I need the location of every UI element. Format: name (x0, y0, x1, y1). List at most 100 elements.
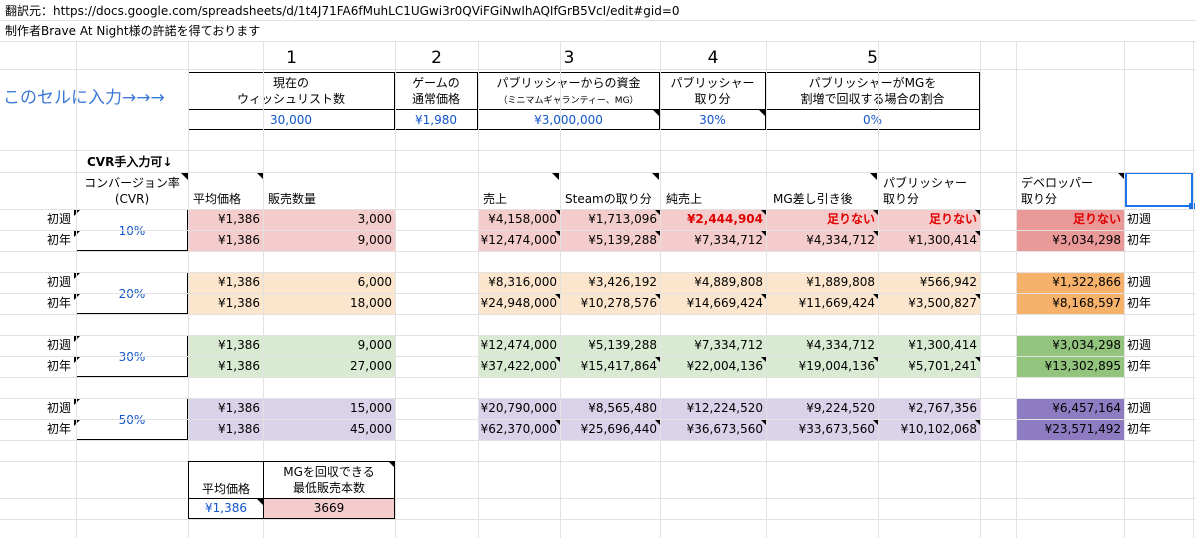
cell-revenue[interactable]: ¥12,474,000 (478, 230, 560, 251)
cell-steam[interactable]: ¥3,426,192 (560, 272, 660, 293)
cell-revenue[interactable]: ¥12,474,000 (478, 335, 560, 356)
cell-qty[interactable]: 27,000 (263, 356, 395, 377)
cell-steam[interactable]: ¥5,139,288 (560, 230, 660, 251)
period-label-right: 初年 (1127, 422, 1152, 436)
cell-steam[interactable]: ¥25,696,440 (560, 419, 660, 440)
period-label: 初週 (46, 338, 71, 352)
cell-pub[interactable]: 足りない (878, 209, 980, 230)
cell-qty[interactable]: 3,000 (263, 209, 395, 230)
cell-pub[interactable]: ¥2,767,356 (878, 398, 980, 419)
cell-pub[interactable]: ¥566,942 (878, 272, 980, 293)
mg-premium-input-cell[interactable]: 0% (766, 110, 979, 130)
header-revenue: 売上 (483, 192, 508, 206)
cell-revenue[interactable]: ¥20,790,000 (478, 398, 560, 419)
cell-pub[interactable]: ¥10,102,068 (878, 419, 980, 440)
cell-steam[interactable]: ¥10,278,576 (560, 293, 660, 314)
cell-qty[interactable]: 6,000 (263, 272, 395, 293)
header-pub-share-line1: パブリッシャー (883, 176, 968, 190)
cell-after-mg[interactable]: ¥11,669,424 (766, 293, 878, 314)
input-label-wishlist-line1: 現在の (272, 76, 309, 90)
cell-steam[interactable]: ¥8,565,480 (560, 398, 660, 419)
cell-revenue[interactable]: ¥24,948,000 (478, 293, 560, 314)
cell-avg[interactable]: ¥1,386 (188, 230, 263, 251)
grid-line (478, 41, 479, 538)
cell-dev[interactable]: ¥3,034,298 (1016, 230, 1124, 251)
header-after-mg: MG差し引き後 (773, 192, 853, 206)
period-label: 初週 (46, 212, 71, 226)
cell-dev[interactable]: ¥8,168,597 (1016, 293, 1124, 314)
grid-line (1193, 41, 1194, 538)
grid-line (76, 41, 77, 538)
cell-avg[interactable]: ¥1,386 (188, 209, 263, 230)
cell-avg[interactable]: ¥1,386 (188, 419, 263, 440)
comment-marker-icon (257, 499, 264, 506)
cell-avg[interactable]: ¥1,386 (188, 398, 263, 419)
header-pub-share: パブリッシャー 取り分 (880, 175, 967, 207)
cell-net[interactable]: ¥4,889,808 (660, 272, 766, 293)
cell-pub[interactable]: ¥5,701,241 (878, 356, 980, 377)
cell-after-mg[interactable]: ¥4,334,712 (766, 230, 878, 251)
cell-steam[interactable]: ¥1,713,096 (560, 209, 660, 230)
cell-net[interactable]: ¥7,334,712 (660, 230, 766, 251)
cell-qty[interactable]: 9,000 (263, 230, 395, 251)
cell-net[interactable]: ¥7,334,712 (660, 335, 766, 356)
price-input-cell[interactable]: ¥1,980 (395, 110, 477, 130)
cell-after-mg[interactable]: ¥4,334,712 (766, 335, 878, 356)
period-label-right: 初年 (1127, 233, 1152, 247)
grid-line (0, 20, 1196, 21)
cell-after-mg[interactable]: ¥9,224,520 (766, 398, 878, 419)
cell-steam[interactable]: ¥5,139,288 (560, 335, 660, 356)
cell-qty[interactable]: 45,000 (263, 419, 395, 440)
cell-dev[interactable]: ¥23,571,492 (1016, 419, 1124, 440)
cell-after-mg[interactable]: ¥19,004,136 (766, 356, 878, 377)
cell-qty[interactable]: 15,000 (263, 398, 395, 419)
input-number-1: 1 (286, 48, 297, 68)
cell-steam[interactable]: ¥15,417,864 (560, 356, 660, 377)
cell-net[interactable]: ¥22,004,136 (660, 356, 766, 377)
header-dev-share-line1: デベロッパー (1021, 176, 1094, 190)
cell-avg[interactable]: ¥1,386 (188, 293, 263, 314)
cell-net[interactable]: ¥2,444,904 (660, 209, 766, 230)
input-label-mg-line1: パブリッシャーからの資金 (496, 76, 641, 90)
cell-after-mg[interactable]: ¥1,889,808 (766, 272, 878, 293)
cell-revenue[interactable]: ¥62,370,000 (478, 419, 560, 440)
cell-after-mg[interactable]: 足りない (766, 209, 878, 230)
pub-share-input-cell[interactable]: 30% (660, 110, 765, 130)
selected-cell[interactable] (1125, 172, 1193, 207)
period-label-right: 初年 (1127, 359, 1152, 373)
input-label-mg-premium-line1: パブリッシャーがMGを (808, 76, 937, 90)
summary-min-value[interactable]: 3669 (264, 499, 394, 518)
input-label-pub-share-line1: パブリッシャー (670, 76, 755, 90)
cell-dev[interactable]: ¥6,457,164 (1016, 398, 1124, 419)
cell-qty[interactable]: 18,000 (263, 293, 395, 314)
cell-pub[interactable]: ¥1,300,414 (878, 335, 980, 356)
cell-avg[interactable]: ¥1,386 (188, 335, 263, 356)
cell-avg[interactable]: ¥1,386 (188, 272, 263, 293)
cell-pub[interactable]: ¥1,300,414 (878, 230, 980, 251)
summary-avg-value[interactable]: ¥1,386 (189, 499, 263, 518)
header-pub-share-line2: 取り分 (883, 192, 920, 206)
wishlist-input-cell[interactable]: 30,000 (188, 110, 394, 130)
comment-marker-icon (759, 110, 766, 117)
cell-qty[interactable]: 9,000 (263, 335, 395, 356)
cell-dev[interactable]: ¥3,034,298 (1016, 335, 1124, 356)
input-label-wishlist: 現在の ウィッシュリスト数 (188, 75, 394, 107)
cell-avg[interactable]: ¥1,386 (188, 356, 263, 377)
cell-revenue[interactable]: ¥8,316,000 (478, 272, 560, 293)
cell-revenue[interactable]: ¥4,158,000 (478, 209, 560, 230)
cell-dev[interactable]: 足りない (1016, 209, 1124, 230)
cell-dev[interactable]: ¥13,302,895 (1016, 356, 1124, 377)
cell-pub[interactable]: ¥3,500,827 (878, 293, 980, 314)
cell-net[interactable]: ¥12,224,520 (660, 398, 766, 419)
mg-input-cell[interactable]: ¥3,000,000 (478, 110, 659, 130)
cell-net[interactable]: ¥14,669,424 (660, 293, 766, 314)
cell-net[interactable]: ¥36,673,560 (660, 419, 766, 440)
cell-revenue[interactable]: ¥37,422,000 (478, 356, 560, 377)
cell-dev[interactable]: ¥1,322,866 (1016, 272, 1124, 293)
period-label-right: 初週 (1127, 401, 1152, 415)
grid-line (980, 41, 981, 538)
input-label-price: ゲームの 通常価格 (395, 75, 477, 107)
comment-marker-icon (552, 173, 559, 180)
cell-after-mg[interactable]: ¥33,673,560 (766, 419, 878, 440)
period-label: 初年 (46, 359, 71, 373)
